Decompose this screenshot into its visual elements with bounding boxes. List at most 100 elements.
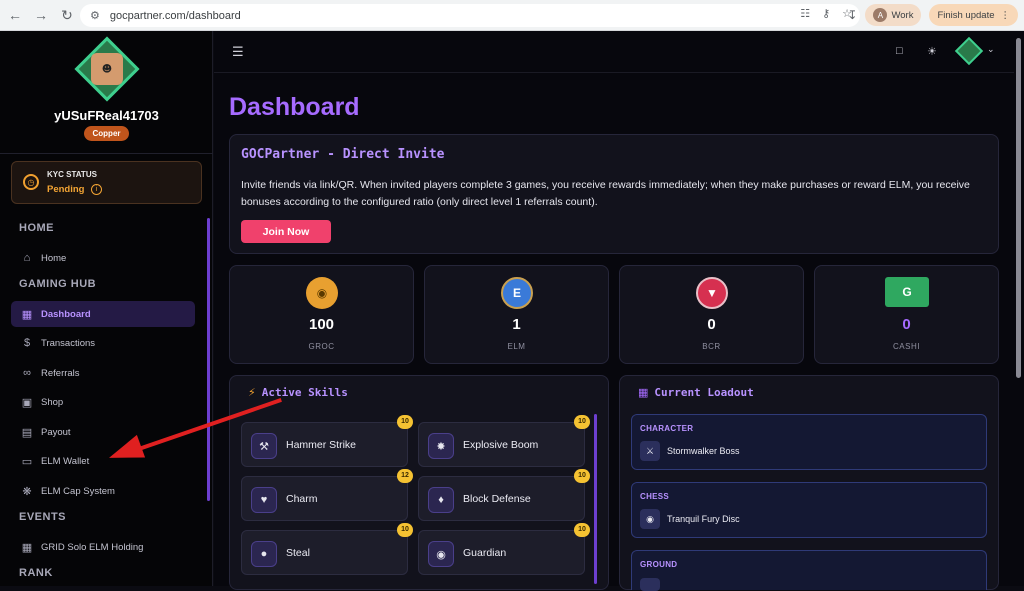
page-title: Dashboard	[229, 93, 360, 121]
stat-card-groc: ◉ 100 GROC	[229, 265, 414, 364]
finish-update-label: Finish update	[937, 9, 995, 21]
divider	[0, 153, 213, 154]
translate-icon[interactable]: ☷	[800, 7, 810, 20]
finish-update-button[interactable]: Finish update ⋮	[929, 4, 1018, 26]
link-icon: ∞	[23, 367, 31, 379]
sidebar-item-label: Transactions	[41, 337, 96, 349]
sidebar-item-label: ELM Cap System	[41, 485, 115, 497]
sidebar-scrollbar[interactable]	[207, 218, 210, 501]
invite-title: GOCPartner - Direct Invite	[241, 147, 445, 162]
kyc-title: KYC STATUS	[47, 170, 97, 179]
dollar-icon: $	[23, 337, 31, 349]
skill-level-badge: 10	[574, 523, 590, 537]
current-loadout-title: ▦ Current Loadout	[638, 386, 754, 399]
theme-toggle-icon[interactable]: ☀	[927, 45, 937, 58]
address-bar[interactable]: ⚙ gocpartner.com/dashboard ☷ ⚷ ☆	[80, 4, 860, 27]
stat-card-cashi: G 0 CASHI	[814, 265, 999, 364]
loadout-slot-chess[interactable]: CHESS ◉ Tranquil Fury Disc	[631, 482, 987, 538]
forward-icon[interactable]: →	[30, 4, 52, 26]
key-icon[interactable]: ⚷	[822, 7, 830, 20]
page-scrollbar[interactable]	[1016, 38, 1021, 378]
wallet-icon: ▭	[21, 455, 33, 468]
grid-icon: ▦	[21, 308, 33, 321]
username: yUSuFReal41703	[54, 108, 159, 123]
skill-name: Hammer Strike	[286, 439, 357, 451]
sidebar-item-label: Shop	[41, 396, 64, 408]
sidebar-item-elm-cap-system[interactable]: ❋ ELM Cap System	[11, 478, 195, 504]
profile-label: Work	[891, 9, 914, 21]
skill-card[interactable]: ⚒ Hammer Strike 10	[241, 415, 413, 467]
more-icon: ⋮	[1000, 9, 1011, 21]
current-loadout-label: Current Loadout	[654, 386, 754, 399]
loadout-slot-character[interactable]: CHARACTER ⚔ Stormwalker Boss	[631, 414, 987, 470]
chevron-down-icon[interactable]: ⌄	[987, 44, 995, 55]
sidebar-item-elm-wallet[interactable]: ▭ ELM Wallet	[11, 448, 195, 474]
disc-icon: ◉	[640, 509, 660, 529]
sidebar-item-home[interactable]: ⌂ Home	[11, 245, 195, 271]
loadout-slot-ground[interactable]: GROUND	[631, 550, 987, 591]
sidebar-item-referrals[interactable]: ∞ Referrals	[11, 360, 195, 386]
section-rank: RANK	[19, 567, 53, 579]
skills-scrollbar[interactable]	[594, 414, 597, 584]
download-icon[interactable]: ↧	[847, 8, 857, 22]
skill-level-badge: 10	[574, 469, 590, 483]
stat-label: GROC	[308, 342, 335, 351]
fullscreen-icon[interactable]: □	[896, 45, 903, 57]
skill-card[interactable]: ◉ Guardian 10	[418, 523, 590, 575]
menu-icon[interactable]: ☰	[232, 44, 244, 60]
settings-icon: ❋	[22, 485, 32, 498]
stat-value: 0	[902, 316, 911, 333]
skill-card[interactable]: ♥ Charm 12	[241, 469, 413, 521]
profile-card: ☻ yUSuFReal41703 Copper	[0, 31, 213, 151]
sidebar-item-grid-solo[interactable]: ▦ GRID Solo ELM Holding	[11, 534, 195, 560]
stat-card-bcr: ▼ 0 BCR	[619, 265, 804, 364]
skill-card[interactable]: ✸ Explosive Boom 10	[418, 415, 590, 467]
active-skills-label: Active Skills	[261, 386, 348, 399]
user-menu-avatar[interactable]	[954, 36, 984, 66]
sidebar-item-transactions[interactable]: $ Transactions	[11, 330, 195, 356]
join-now-button[interactable]: Join Now	[241, 220, 331, 243]
stat-value: 100	[308, 316, 335, 333]
clipboard-icon: ▤	[21, 426, 33, 439]
avatar[interactable]: ☻	[91, 53, 123, 85]
sidebar-item-label: Referrals	[41, 367, 80, 379]
slot-label: GROUND	[640, 560, 678, 569]
skill-name: Charm	[286, 493, 318, 505]
profile-avatar: A	[873, 8, 888, 22]
skill-name: Explosive Boom	[463, 439, 539, 451]
active-skills-title: ⚡ Active Skills	[248, 386, 348, 399]
top-bar: ☰ □ ☀ ⌄	[214, 31, 1014, 73]
info-icon[interactable]: i	[91, 184, 102, 195]
site-info-icon[interactable]: ⚙	[90, 9, 100, 22]
lightning-icon: ⚡	[248, 386, 256, 399]
sidebar-item-dashboard[interactable]: ▦ Dashboard	[11, 301, 195, 327]
sidebar-item-shop[interactable]: ▣ Shop	[11, 389, 195, 415]
stat-value: 1	[512, 316, 521, 333]
skill-card[interactable]: ♦ Block Defense 10	[418, 469, 590, 521]
rank-badge: Copper	[84, 126, 129, 141]
character-icon: ⚔	[640, 441, 660, 461]
stat-label: BCR	[702, 342, 721, 351]
invite-card: GOCPartner - Direct Invite Invite friend…	[229, 134, 999, 254]
calendar-icon: ▦	[21, 541, 33, 554]
skill-level-badge: 12	[397, 469, 413, 483]
slot-label: CHARACTER	[640, 424, 694, 433]
sidebar: ☻ yUSuFReal41703 Copper ◷ KYC STATUS Pen…	[0, 31, 213, 586]
slot-name: Stormwalker Boss	[667, 446, 740, 456]
skill-card[interactable]: ● Steal 10	[241, 523, 413, 575]
home-icon: ⌂	[23, 252, 31, 264]
bcr-coin-icon: ▼	[696, 277, 728, 309]
reload-icon[interactable]: ↻	[56, 4, 78, 26]
current-loadout-panel: ▦ Current Loadout CHARACTER ⚔ Stormwalker…	[619, 375, 999, 591]
gamepad-icon: ▦	[638, 386, 649, 399]
kyc-status-card[interactable]: ◷ KYC STATUS Pending i	[11, 161, 202, 204]
skill-name: Guardian	[463, 547, 507, 559]
section-events: EVENTS	[19, 511, 67, 523]
back-icon[interactable]: ←	[4, 4, 26, 26]
sidebar-item-label: Home	[41, 252, 67, 264]
stat-card-elm: E 1 ELM	[424, 265, 609, 364]
guardian-icon: ◉	[428, 541, 454, 567]
cashi-bill-icon: G	[885, 277, 929, 307]
invite-description: Invite friends via link/QR. When invited…	[241, 179, 970, 208]
profile-button[interactable]: A Work	[865, 4, 922, 26]
